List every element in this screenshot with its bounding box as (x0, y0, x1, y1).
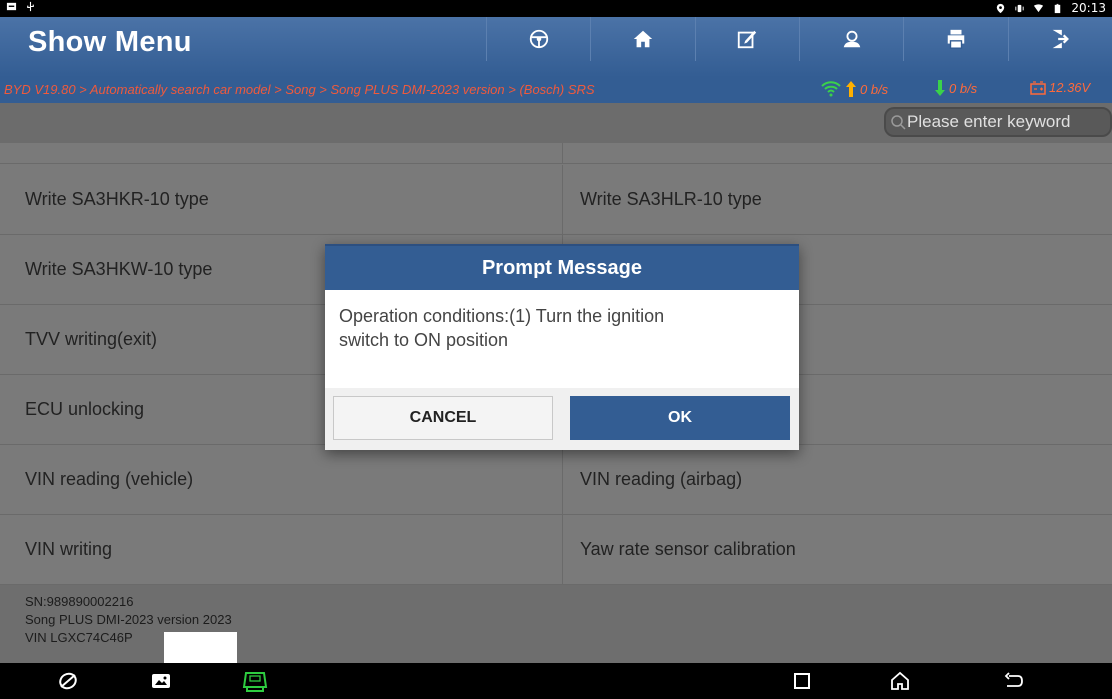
menu-item-write-sa3hlr-10[interactable]: Write SA3HLR-10 type (562, 165, 1112, 235)
search-box[interactable] (884, 107, 1112, 137)
ok-button[interactable]: OK (570, 396, 790, 440)
cancel-button[interactable]: CANCEL (333, 396, 553, 440)
home-nav-button[interactable] (887, 668, 913, 694)
download-arrow-icon (935, 80, 945, 96)
toolbar (486, 17, 1112, 61)
back-icon (1004, 672, 1023, 687)
redaction-mask (164, 632, 237, 663)
upload-arrow-icon (846, 81, 856, 97)
home-button[interactable] (590, 17, 694, 61)
menu-item-yaw-rate-calibration[interactable]: Yaw rate sensor calibration (562, 515, 1112, 585)
car-battery-icon (1030, 80, 1046, 95)
menu-item-vin-reading-airbag[interactable]: VIN reading (airbag) (562, 445, 1112, 515)
vibrate-icon (1015, 4, 1025, 12)
search-icon (891, 115, 906, 130)
assistant-button[interactable] (55, 668, 81, 694)
search-input[interactable] (907, 112, 1107, 132)
print-icon (947, 29, 965, 49)
recent-apps-button[interactable] (789, 668, 815, 694)
user-button[interactable] (798, 17, 903, 61)
app-header: Show Menu (0, 17, 1112, 77)
location-icon (997, 3, 1005, 13)
exit-icon (1052, 29, 1070, 49)
breadcrumb-path: BYD V19.80 > Automatically search car mo… (4, 82, 595, 97)
serial-number: SN:989890002216 (25, 594, 134, 609)
usb-icon (27, 1, 34, 12)
user-icon (843, 30, 860, 48)
menu-row-partial (0, 143, 1112, 164)
download-rate-value: 0 b/s (949, 80, 978, 96)
vehicle-model: Song PLUS DMI-2023 version 2023 (25, 612, 232, 627)
page-title: Show Menu (28, 26, 192, 58)
prompt-dialog: Prompt Message Operation conditions:(1) … (325, 244, 799, 450)
battery-icon (1055, 3, 1061, 13)
edit-report-button[interactable] (694, 17, 799, 61)
upload-rate-value: 0 b/s (860, 81, 889, 97)
gallery-button[interactable] (148, 668, 174, 694)
dialog-title: Prompt Message (325, 244, 799, 290)
home-icon (633, 30, 653, 48)
status-time: 20:13 (1071, 1, 1106, 15)
search-bar (0, 103, 1112, 143)
steering-wheel-button[interactable] (486, 17, 590, 61)
gallery-icon (152, 674, 170, 688)
wifi-signal-icon (821, 81, 841, 97)
navigation-bar (0, 663, 1112, 699)
breadcrumb: BYD V19.80 > Automatically search car mo… (0, 77, 1112, 103)
home-nav-icon (891, 671, 909, 690)
battery-voltage: 12.36V (1030, 80, 1090, 95)
menu-item-vin-writing[interactable]: VIN writing (0, 515, 562, 585)
voltage-value: 12.36V (1049, 80, 1091, 95)
print-button[interactable] (903, 17, 1007, 61)
exit-button[interactable] (1007, 17, 1112, 61)
upload-rate: 0 b/s (820, 80, 888, 98)
menu-item-write-sa3hkr-10[interactable]: Write SA3HKR-10 type (0, 165, 562, 235)
menu-item-vin-reading-vehicle[interactable]: VIN reading (vehicle) (0, 445, 562, 515)
status-bar: 20:13 (0, 0, 1112, 17)
back-button[interactable] (1001, 668, 1027, 694)
vci-icon (242, 672, 268, 692)
wifi-icon (1034, 3, 1044, 12)
assistant-icon (59, 672, 77, 690)
dialog-message: Operation conditions:(1) Turn the igniti… (339, 306, 665, 350)
recent-apps-icon (794, 673, 810, 689)
vci-button[interactable] (242, 668, 268, 694)
dialog-buttons: CANCEL OK (325, 388, 799, 450)
steering-wheel-icon (529, 29, 548, 49)
download-rate: 0 b/s (935, 80, 977, 96)
edit-report-icon (738, 30, 757, 49)
notification-icon (6, 2, 17, 11)
